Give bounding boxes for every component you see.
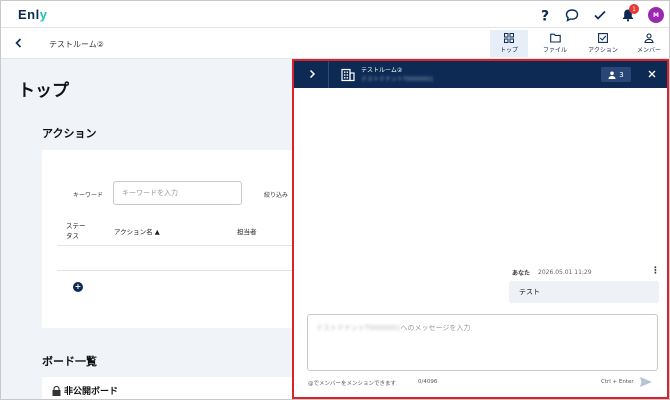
message-input[interactable]: テストテナントT0000001 へのメッセージを入力 bbox=[307, 314, 658, 371]
message-time: 2026.05.01 11:29 bbox=[538, 269, 592, 276]
char-count: 0/4096 bbox=[418, 379, 438, 385]
message-bubble: テスト bbox=[509, 281, 659, 303]
member-count-button[interactable]: 3 bbox=[601, 67, 631, 82]
message-placeholder: テストテナントT0000001 へのメッセージを入力 bbox=[316, 324, 471, 332]
check-icon[interactable] bbox=[592, 7, 608, 23]
person-icon bbox=[644, 33, 654, 43]
folder-icon bbox=[549, 33, 561, 43]
page-title: トップ bbox=[18, 81, 69, 101]
actions-card: キーワード キーワードを入力 絞り込み ステー タス アクション名 ▲ 担当者 … bbox=[42, 150, 302, 328]
header-divider bbox=[328, 61, 329, 88]
building-icon bbox=[341, 68, 355, 82]
tab-label: ファイル bbox=[542, 47, 567, 54]
checkbox-icon bbox=[598, 33, 608, 43]
chat-panel: テストルーム② テストテナントT0000001 3 あなた 2026.05.01… bbox=[292, 59, 669, 399]
column-assignee: 担当者 bbox=[237, 228, 257, 236]
top-bar: Enly ? 1 M bbox=[1, 1, 669, 28]
add-action-button[interactable]: + bbox=[73, 282, 83, 292]
close-icon[interactable] bbox=[646, 68, 658, 80]
room-header: テストルーム② トップ ファイル アクション メンバー bbox=[1, 28, 669, 59]
divider bbox=[57, 245, 302, 246]
member-count: 3 bbox=[619, 70, 624, 79]
help-icon[interactable]: ? bbox=[537, 7, 553, 23]
tab-files[interactable]: ファイル bbox=[536, 30, 574, 57]
lock-icon bbox=[52, 385, 61, 396]
column-action-name[interactable]: アクション名 ▲ bbox=[114, 226, 160, 236]
send-shortcut: Ctrl + Enter bbox=[601, 379, 634, 385]
message-sender: あなた bbox=[512, 270, 531, 277]
tab-label: トップ bbox=[499, 47, 518, 54]
send-icon[interactable] bbox=[639, 375, 653, 389]
column-status: ステー タス bbox=[66, 222, 86, 240]
more-vert-icon[interactable]: ⋮ bbox=[651, 266, 660, 276]
message-meta: あなた 2026.05.01 11:29 bbox=[512, 268, 592, 277]
chevron-right-icon[interactable] bbox=[306, 68, 318, 80]
board-section-title: ボード一覧 bbox=[42, 355, 97, 368]
private-board-label: 非公開ボード bbox=[64, 387, 119, 397]
grid-icon bbox=[504, 33, 514, 43]
room-title: テストルーム② bbox=[49, 40, 104, 49]
avatar[interactable]: M bbox=[648, 7, 664, 23]
private-board-card[interactable]: 非公開ボード bbox=[42, 377, 302, 399]
back-icon[interactable] bbox=[13, 37, 25, 49]
keyword-label: キーワード bbox=[73, 192, 104, 199]
tab-actions[interactable]: アクション bbox=[581, 30, 625, 57]
chat-room-title: テストルーム② bbox=[361, 67, 403, 74]
person-icon bbox=[608, 71, 616, 79]
svg-text:?: ? bbox=[541, 9, 549, 23]
chat-header: テストルーム② テストテナントT0000001 3 bbox=[294, 61, 667, 88]
actions-section-title: アクション bbox=[42, 127, 97, 140]
tab-label: メンバー bbox=[636, 47, 661, 54]
tab-label: アクション bbox=[588, 47, 618, 54]
app-logo[interactable]: Enly bbox=[18, 7, 47, 22]
filter-label[interactable]: 絞り込み bbox=[264, 190, 288, 199]
keyword-input[interactable]: キーワードを入力 bbox=[113, 181, 242, 205]
notification-badge: 1 bbox=[629, 4, 639, 14]
chat-icon[interactable] bbox=[564, 7, 580, 23]
divider bbox=[57, 270, 302, 271]
tab-members[interactable]: メンバー bbox=[629, 30, 669, 57]
mention-hint: @でメンバーをメンションできます bbox=[308, 381, 397, 387]
tab-top[interactable]: トップ bbox=[490, 30, 528, 57]
chat-tenant-name: テストテナントT0000001 bbox=[361, 76, 434, 83]
